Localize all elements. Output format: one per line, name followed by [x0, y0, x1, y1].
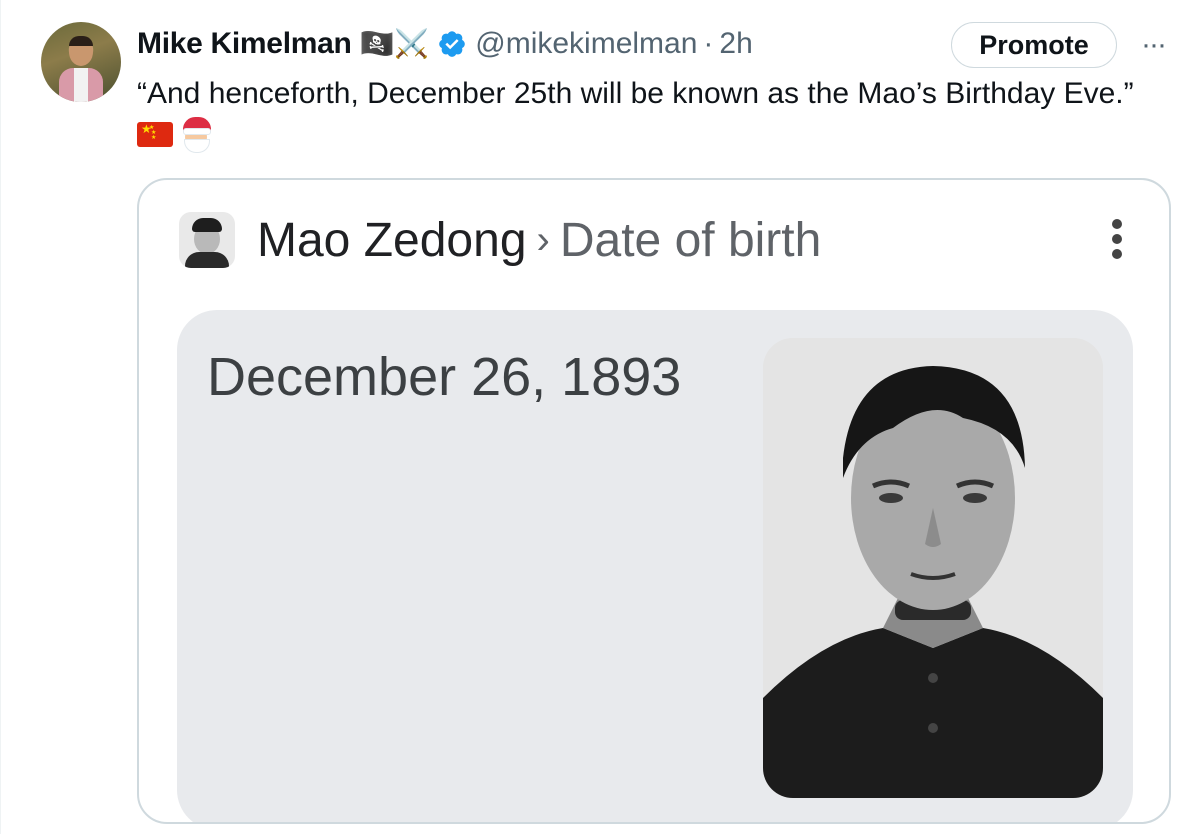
verified-badge-icon[interactable]: [437, 29, 467, 59]
timestamp[interactable]: 2h: [719, 27, 752, 61]
promote-button[interactable]: Promote: [951, 22, 1117, 68]
separator-dot: ·: [703, 27, 714, 60]
avatar[interactable]: [41, 22, 121, 102]
tweet-header: Mike Kimelman 🏴‍☠️⚔️ @mikekimelman · 2h: [137, 24, 753, 64]
more-options-icon[interactable]: ···: [1135, 30, 1171, 60]
tweet: Mike Kimelman 🏴‍☠️⚔️ @mikekimelman · 2h …: [0, 0, 1179, 834]
tweet-text: “And henceforth, December 25th will be k…: [137, 77, 1134, 110]
avatar-shirt: [74, 68, 88, 102]
kebab-menu-icon: [1105, 216, 1129, 266]
media-image[interactable]: Mao Zedong › Date of birth December 26, …: [137, 178, 1171, 824]
portrait-photo: [763, 338, 1103, 798]
user-handle[interactable]: @mikekimelman: [475, 27, 697, 61]
breadcrumb-chevron: ›: [536, 217, 550, 262]
portrait-drawing: [763, 338, 1103, 798]
knowledge-panel-header: Mao Zedong › Date of birth: [179, 210, 821, 270]
entity-name: Mao Zedong: [257, 213, 527, 267]
santa-icon: [179, 117, 213, 153]
entity-thumbnail: [179, 212, 235, 268]
answer-card: December 26, 1893: [177, 310, 1133, 822]
flag-star-icon: ★: [151, 134, 157, 141]
attribute-name: Date of birth: [559, 213, 822, 267]
tweet-emojis: ★ ★ ★ ★: [137, 116, 213, 153]
display-name[interactable]: Mike Kimelman: [137, 27, 352, 61]
birth-date: December 26, 1893: [207, 347, 682, 407]
china-flag-icon: ★ ★ ★ ★: [137, 121, 173, 147]
avatar-hair: [69, 36, 93, 46]
name-emojis: 🏴‍☠️⚔️: [359, 28, 430, 59]
